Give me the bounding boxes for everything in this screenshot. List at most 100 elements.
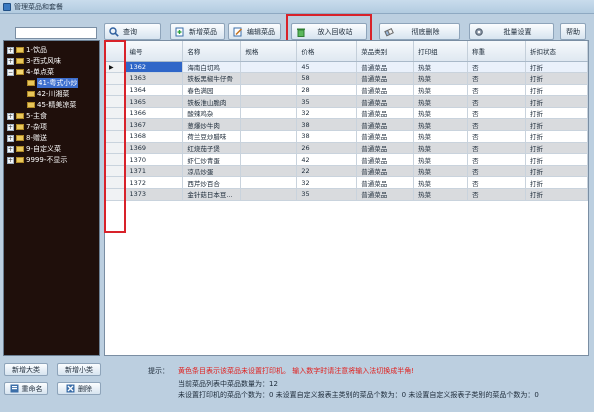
tree-item-gift[interactable]: + 8-赠送 (7, 133, 47, 143)
table-row[interactable]: 1370 虾仁炒青蛋 42 普通菜品 热菜否打折 (105, 153, 588, 166)
table-cell[interactable] (240, 95, 298, 108)
table-cell[interactable]: 春色满园 (182, 84, 242, 97)
tree-item-western[interactable]: + 3-西式风味 (7, 56, 61, 66)
table-cell[interactable]: 打折 (525, 72, 588, 85)
table-cell[interactable]: 38 (296, 118, 358, 132)
table-cell[interactable]: 1371 (124, 165, 184, 178)
table-cell[interactable]: 1373 (124, 188, 184, 201)
table-cell[interactable]: 凉瓜炒蛋 (182, 165, 242, 178)
table-cell[interactable]: 否 (467, 84, 527, 97)
table-cell[interactable]: 酸辣鸡杂 (182, 107, 242, 120)
table-cell[interactable]: 打折 (525, 107, 588, 120)
table-cell[interactable]: 热菜 (413, 84, 469, 97)
table-cell[interactable]: 热菜 (413, 118, 469, 132)
table-cell[interactable]: 否 (467, 95, 527, 108)
table-row[interactable]: 1369 红烧茄子煲 26 普通菜品 热菜否打折 (105, 142, 588, 155)
table-row[interactable]: 1366 酸辣鸡杂 32 普通菜品 热菜否打折 (105, 107, 588, 120)
table-cell[interactable]: 1369 (124, 142, 184, 155)
row-selector[interactable]: ▶ (105, 61, 126, 74)
table-row[interactable]: ▶ 1362 海南白切鸡 45 普通菜品 热菜否打折 (105, 61, 588, 74)
batch-settings-button[interactable]: 批量设置 (469, 23, 554, 40)
tree-item-staple[interactable]: + 5-主食 (7, 111, 47, 121)
row-selector[interactable] (105, 72, 126, 85)
table-cell[interactable]: 打折 (525, 153, 588, 166)
table-cell[interactable] (240, 107, 298, 120)
table-cell[interactable]: 普通菜品 (356, 107, 415, 120)
table-cell[interactable]: 热菜 (413, 95, 469, 108)
table-cell[interactable] (240, 142, 298, 155)
table-cell[interactable]: 虾仁炒青蛋 (182, 153, 242, 166)
table-cell[interactable]: 热菜 (413, 107, 469, 120)
table-cell[interactable]: 1368 (124, 130, 184, 143)
add-dish-button[interactable]: 新增菜品 (170, 23, 225, 40)
table-cell[interactable]: 热菜 (413, 165, 469, 178)
query-button[interactable]: 查询 (104, 23, 161, 40)
table-cell[interactable] (240, 118, 298, 132)
table-row[interactable]: 1363 铁板黑椒牛仔骨 58 普通菜品 热菜否打折 (105, 72, 588, 85)
table-cell[interactable]: 1367 (124, 118, 184, 132)
table-cell[interactable]: 热菜 (413, 142, 469, 155)
table-cell[interactable]: 否 (467, 142, 527, 155)
add-category-button[interactable]: 新增大类 (4, 363, 48, 376)
table-cell[interactable]: 普通菜品 (356, 61, 415, 74)
table-cell[interactable]: 铁板黑椒牛仔骨 (182, 72, 242, 85)
table-cell[interactable]: 热菜 (413, 153, 469, 166)
table-cell[interactable]: 热菜 (413, 188, 469, 201)
tree-expander[interactable]: + (7, 156, 14, 164)
tree-item-cantonese[interactable]: 41-粤式小炒 (27, 78, 79, 88)
table-cell[interactable]: 1363 (124, 72, 184, 85)
table-cell[interactable]: 1365 (124, 95, 184, 108)
add-subcategory-button[interactable]: 新增小类 (57, 363, 101, 376)
table-row[interactable]: 1364 春色满园 28 普通菜品 热菜否打折 (105, 84, 588, 97)
row-selector[interactable] (105, 130, 126, 143)
tree-expander[interactable]: + (7, 57, 14, 65)
row-selector[interactable] (105, 153, 126, 166)
table-cell[interactable]: 否 (467, 130, 527, 143)
table-cell[interactable]: 32 (296, 107, 358, 120)
table-cell[interactable]: 普通菜品 (356, 165, 415, 178)
table-cell[interactable]: 热菜 (413, 176, 469, 190)
table-row[interactable]: 1368 荷兰豆炒腊味 38 普通菜品 热菜否打折 (105, 130, 588, 143)
table-cell[interactable]: 热菜 (413, 61, 469, 74)
table-cell[interactable]: 否 (467, 176, 527, 190)
table-cell[interactable]: 热菜 (413, 130, 469, 143)
table-cell[interactable]: 否 (467, 165, 527, 178)
table-row[interactable]: 1373 金针菇日本豆... 35 普通菜品 热菜否打折 (105, 188, 588, 201)
category-tree[interactable]: + 1-饮品 + 3-西式风味 − 4-单点菜 41-粤式小炒 42-川湘菜 4… (3, 40, 100, 356)
search-input[interactable] (15, 27, 97, 39)
tree-item-misc[interactable]: + 7-杂项 (7, 122, 47, 132)
column-header[interactable]: 折扣状态 (525, 41, 588, 62)
table-cell[interactable]: 普通菜品 (356, 72, 415, 85)
column-header[interactable]: 称重 (467, 41, 527, 62)
table-cell[interactable]: 38 (296, 130, 358, 143)
table-cell[interactable]: 35 (296, 95, 358, 108)
table-cell[interactable] (240, 84, 298, 97)
column-header[interactable]: 价格 (296, 41, 358, 62)
table-cell[interactable]: 28 (296, 84, 358, 97)
table-cell[interactable]: 打折 (525, 165, 588, 178)
table-cell[interactable]: 普通菜品 (356, 118, 415, 132)
table-cell[interactable]: 1372 (124, 176, 184, 190)
table-cell[interactable]: 红烧茄子煲 (182, 142, 242, 155)
table-cell[interactable]: 热菜 (413, 72, 469, 85)
row-selector[interactable] (105, 188, 126, 201)
table-cell[interactable]: 否 (467, 153, 527, 166)
table-row[interactable]: 1372 西芹炒百合 32 普通菜品 热菜否打折 (105, 176, 588, 190)
table-cell[interactable]: 45 (296, 61, 358, 74)
column-header[interactable]: 名称 (182, 41, 242, 62)
table-cell[interactable]: 打折 (525, 118, 588, 132)
table-cell[interactable] (240, 72, 298, 85)
row-selector[interactable] (105, 84, 126, 97)
table-row[interactable]: 1365 铁板淮山脆肉 35 普通菜品 热菜否打折 (105, 95, 588, 108)
table-cell[interactable]: 1362 (124, 61, 184, 74)
row-selector[interactable] (105, 95, 126, 108)
table-cell[interactable]: 1364 (124, 84, 184, 97)
delete-permanently-button[interactable]: 彻底删除 (379, 23, 460, 40)
table-cell[interactable]: 打折 (525, 142, 588, 155)
delete-category-button[interactable]: 删除 (57, 382, 101, 395)
table-cell[interactable] (240, 176, 298, 190)
recycle-button[interactable]: 放入回收站 (291, 23, 367, 40)
tree-item-sichuan-hunan[interactable]: 42-川湘菜 (27, 89, 69, 99)
table-cell[interactable]: 26 (296, 142, 358, 155)
table-row[interactable]: 1367 葱爆炒牛肉 38 普通菜品 热菜否打折 (105, 118, 588, 132)
